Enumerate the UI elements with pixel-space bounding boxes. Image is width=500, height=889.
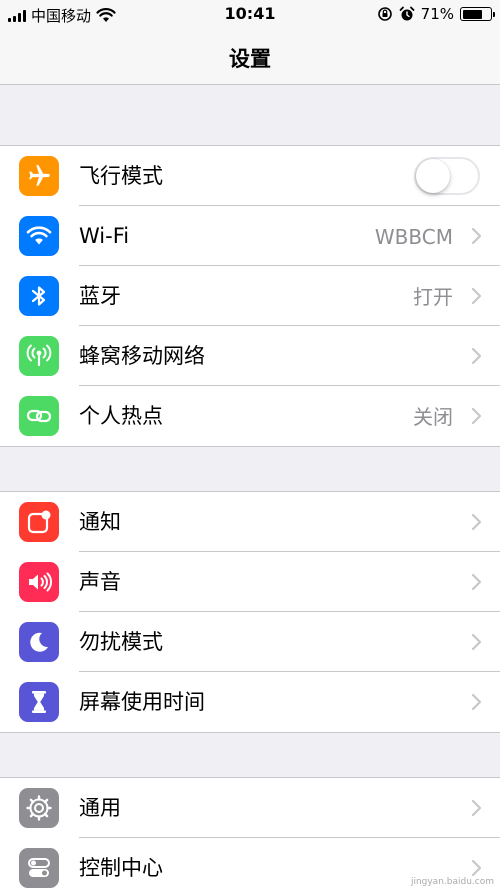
row-label: 蜂窝移动网络 xyxy=(79,344,205,368)
row-label: 通知 xyxy=(79,510,121,534)
settings-row-cellular[interactable]: 蜂窝移动网络 xyxy=(0,326,500,386)
sound-icon xyxy=(19,562,59,602)
switches-icon xyxy=(19,848,59,888)
notifications-icon xyxy=(19,502,59,542)
chevron-right-icon xyxy=(471,859,482,877)
settings-row-general[interactable]: 通用 xyxy=(0,778,500,838)
chevron-right-icon xyxy=(471,573,482,591)
row-value: 打开 xyxy=(413,285,453,309)
settings-row-airplane-mode[interactable]: 飞行模式 xyxy=(0,146,500,206)
row-label: 蓝牙 xyxy=(79,284,121,308)
row-value: 关闭 xyxy=(413,405,453,429)
toggle-knob xyxy=(416,159,450,193)
watermark: jingyan.baidu.com xyxy=(410,877,494,887)
row-label: 声音 xyxy=(79,570,121,594)
alarm-icon xyxy=(399,6,415,21)
wifi-icon xyxy=(19,216,59,256)
settings-group-connectivity: 飞行模式 Wi-Fi WBBCM 蓝牙 打开 蜂窝移动网络 个人热点 关闭 xyxy=(0,145,500,447)
settings-row-notifications[interactable]: 通知 xyxy=(0,492,500,552)
row-label: 个人热点 xyxy=(79,404,163,428)
airplane-mode-toggle[interactable] xyxy=(414,157,480,195)
battery-icon xyxy=(460,7,495,21)
chevron-right-icon xyxy=(471,513,482,531)
settings-row-do-not-disturb[interactable]: 勿扰模式 xyxy=(0,612,500,672)
status-bar-right: 71% xyxy=(377,5,495,23)
settings-row-personal-hotspot[interactable]: 个人热点 关闭 xyxy=(0,386,500,446)
orientation-lock-icon xyxy=(377,7,392,21)
settings-group-notifications: 通知 声音 勿扰模式 屏幕使用时间 xyxy=(0,491,500,733)
hotspot-icon xyxy=(19,396,59,436)
cellular-icon xyxy=(19,336,59,376)
hourglass-icon xyxy=(19,682,59,722)
chevron-right-icon xyxy=(471,633,482,651)
chevron-right-icon xyxy=(471,407,482,425)
row-label: 屏幕使用时间 xyxy=(79,690,205,714)
row-label: 通用 xyxy=(79,796,121,820)
chevron-right-icon xyxy=(471,799,482,817)
moon-icon xyxy=(19,622,59,662)
settings-group-general: 通用 控制中心 xyxy=(0,777,500,889)
chevron-right-icon xyxy=(471,287,482,305)
gear-icon xyxy=(19,788,59,828)
settings-row-bluetooth[interactable]: 蓝牙 打开 xyxy=(0,266,500,326)
row-label: 控制中心 xyxy=(79,856,163,880)
row-label: Wi-Fi xyxy=(79,224,130,248)
status-bar: 中国移动 10:41 71% xyxy=(0,0,500,30)
navigation-bar: 设置 xyxy=(0,30,500,85)
battery-percent: 71% xyxy=(420,5,454,23)
row-label: 飞行模式 xyxy=(79,164,163,188)
chevron-right-icon xyxy=(471,227,482,245)
battery-fill xyxy=(462,9,482,19)
chevron-right-icon xyxy=(471,347,482,365)
settings-row-sounds[interactable]: 声音 xyxy=(0,552,500,612)
settings-row-wifi[interactable]: Wi-Fi WBBCM xyxy=(0,206,500,266)
chevron-right-icon xyxy=(471,693,482,711)
bluetooth-icon xyxy=(19,276,59,316)
settings-row-screen-time[interactable]: 屏幕使用时间 xyxy=(0,672,500,732)
row-value: WBBCM xyxy=(374,225,453,249)
row-label: 勿扰模式 xyxy=(79,630,163,654)
page-title: 设置 xyxy=(229,47,271,71)
airplane-icon xyxy=(19,156,59,196)
